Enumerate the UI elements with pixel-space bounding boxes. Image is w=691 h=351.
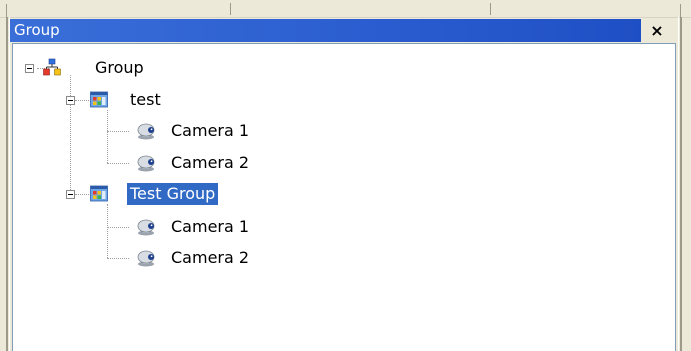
panel-title-bar[interactable]: Group [10, 19, 641, 42]
frame-border-left [6, 17, 8, 351]
group-tree-view[interactable]: Group test Camera 1 Camera 2 Test Group … [12, 43, 676, 351]
tree-node-label[interactable]: Camera 1 [168, 120, 252, 142]
frame-border-right-highlight [678, 17, 679, 351]
frame-border-left-highlight [9, 17, 10, 351]
top-toolbar-strip [0, 0, 691, 18]
toolbar-separator [490, 3, 491, 15]
toolbar-separator [6, 4, 7, 17]
tree-node-label[interactable]: Camera 1 [168, 216, 252, 238]
frame-border-right [680, 17, 682, 351]
camera-icon [137, 123, 155, 140]
panel-title: Group [14, 21, 60, 39]
tree-node-root[interactable]: Group [13, 57, 213, 79]
tree-node-camera[interactable]: Camera 2 [13, 152, 273, 174]
tree-node-camera[interactable]: Camera 1 [13, 216, 273, 238]
camera-icon [137, 155, 155, 172]
collapse-toggle[interactable] [25, 64, 34, 73]
tree-node-camera[interactable]: Camera 1 [13, 120, 273, 142]
tree-node-camera[interactable]: Camera 2 [13, 247, 273, 269]
close-panel-button[interactable]: × [646, 21, 668, 41]
network-group-icon [43, 58, 61, 76]
camera-icon [137, 219, 155, 236]
tree-node-label-selected[interactable]: Test Group [127, 183, 219, 205]
tree-node-label[interactable]: Camera 2 [168, 152, 252, 174]
tree-node-label[interactable]: Group [92, 57, 147, 79]
group-folder-icon [90, 91, 108, 108]
tree-node-group[interactable]: Test Group [13, 183, 273, 205]
collapse-toggle[interactable] [66, 190, 75, 199]
tree-node-label[interactable]: Camera 2 [168, 247, 252, 269]
group-folder-icon [90, 185, 108, 202]
camera-icon [137, 250, 155, 267]
toolbar-separator [230, 3, 231, 15]
tree-node-label[interactable]: test [127, 89, 164, 111]
collapse-toggle[interactable] [66, 96, 75, 105]
toolbar-separator [680, 4, 681, 17]
tree-node-group[interactable]: test [13, 89, 213, 111]
